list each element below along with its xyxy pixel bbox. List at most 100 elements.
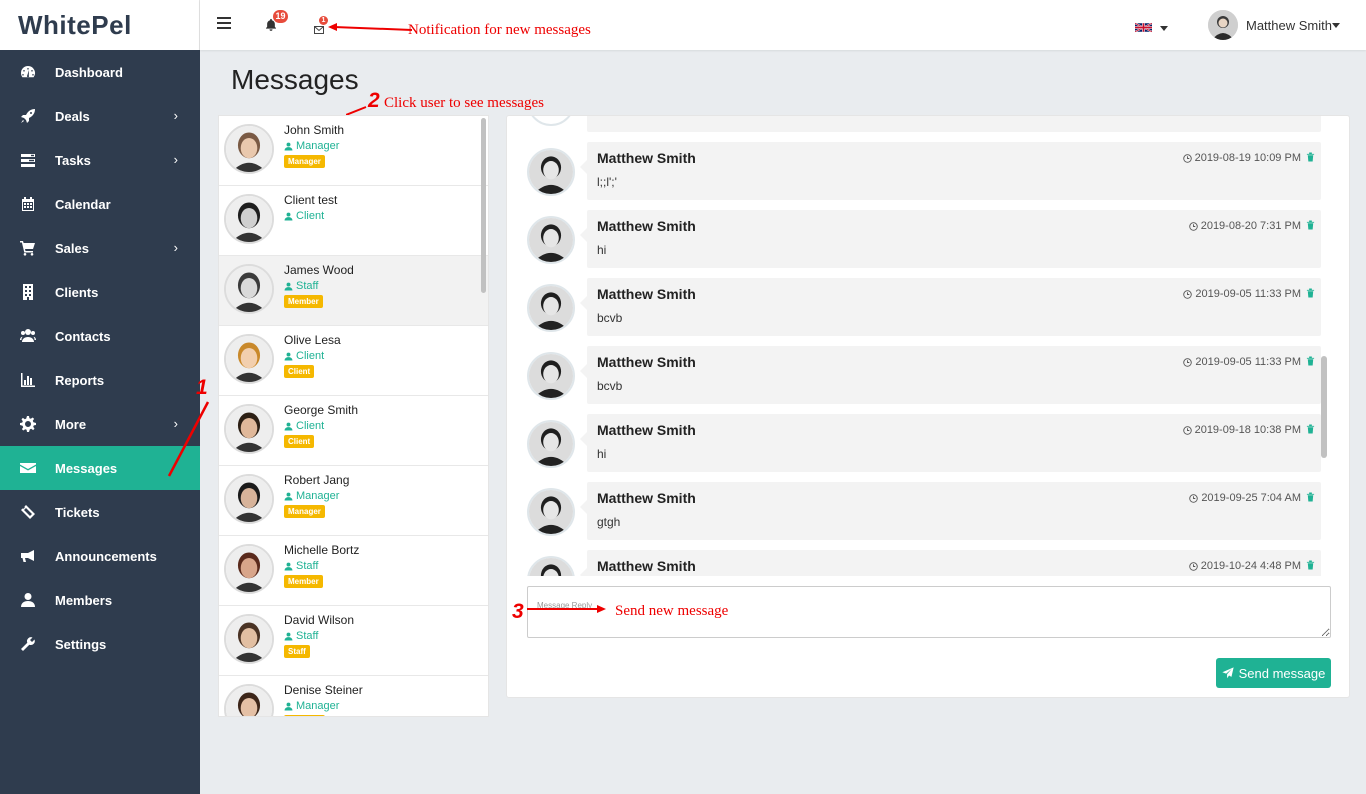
wrench-icon bbox=[20, 636, 36, 652]
message-item bbox=[527, 116, 1321, 132]
message-bubble: Matthew Smith hi 2019-08-20 7:31 PM bbox=[580, 210, 1321, 268]
clock-icon bbox=[1183, 289, 1193, 299]
clock-icon bbox=[1182, 153, 1192, 163]
user-menu-caret-icon[interactable] bbox=[1332, 23, 1340, 28]
contact-avatar bbox=[224, 334, 274, 384]
sidebar-item-label: Messages bbox=[55, 460, 118, 476]
chevron-right-icon: › bbox=[173, 108, 178, 123]
contact-list-item[interactable]: George Smith Client Client bbox=[219, 396, 488, 466]
sender-avatar bbox=[527, 420, 575, 468]
delete-trash-icon[interactable] bbox=[1306, 288, 1315, 298]
contact-list-scrollbar[interactable] bbox=[481, 118, 486, 293]
contact-role-badge: Staff bbox=[284, 645, 310, 658]
delete-trash-icon[interactable] bbox=[1306, 492, 1315, 502]
message-text: bcvb bbox=[597, 379, 623, 393]
message-text: hi bbox=[597, 447, 607, 461]
sidebar-item-contacts[interactable]: Contacts bbox=[0, 314, 200, 358]
contact-list-item[interactable]: Client test Client bbox=[219, 186, 488, 256]
annotation-line-icon bbox=[167, 401, 210, 477]
contact-role-badge: Manager bbox=[284, 155, 325, 168]
contact-list-item[interactable]: James Wood Staff Member bbox=[219, 256, 488, 326]
delete-trash-icon[interactable] bbox=[1306, 424, 1315, 434]
gear-icon bbox=[20, 416, 36, 432]
message-bubble: Matthew Smith bcvb 2019-09-05 11:33 PM bbox=[580, 278, 1321, 336]
contact-list-item[interactable]: Robert Jang Manager Manager bbox=[219, 466, 488, 536]
notifications-bell-icon[interactable]: 19 bbox=[264, 10, 288, 33]
send-message-button[interactable]: Send message bbox=[1216, 658, 1331, 688]
sidebar-item-deals[interactable]: Deals › bbox=[0, 94, 200, 138]
sidebar-item-members[interactable]: Members bbox=[0, 578, 200, 622]
contact-name: John Smith bbox=[284, 123, 345, 137]
dashboard-icon bbox=[20, 64, 36, 80]
clock-icon bbox=[1183, 357, 1193, 367]
sidebar-item-announcements[interactable]: Announcements bbox=[0, 534, 200, 578]
contact-role: Staff bbox=[284, 280, 318, 292]
messages-envelope-icon[interactable]: 1 bbox=[314, 16, 328, 34]
calendar-icon bbox=[20, 196, 36, 212]
clock-icon bbox=[1188, 561, 1198, 571]
annotation-notification: Notification for new messages bbox=[408, 22, 591, 38]
message-bubble: Matthew Smith hi 2019-09-18 10:38 PM bbox=[580, 414, 1321, 472]
delete-trash-icon[interactable] bbox=[1306, 560, 1315, 570]
contact-avatar bbox=[224, 264, 274, 314]
annotation-send: Send new message bbox=[615, 603, 729, 619]
sidebar-item-label: Clients bbox=[55, 284, 99, 300]
sidebar-item-reports[interactable]: Reports bbox=[0, 358, 200, 402]
message-timestamp: 2019-09-05 11:33 PM bbox=[1183, 288, 1301, 300]
contact-list-item[interactable]: Michelle Bortz Staff Member bbox=[219, 536, 488, 606]
sidebar-item-label: Deals bbox=[55, 108, 90, 124]
sidebar-item-settings[interactable]: Settings bbox=[0, 622, 200, 666]
message-sender: Matthew Smith bbox=[597, 286, 696, 302]
page-title: Messages bbox=[231, 64, 359, 95]
building-icon bbox=[20, 284, 36, 300]
language-caret-icon[interactable] bbox=[1160, 26, 1168, 31]
sidebar-item-tasks[interactable]: Tasks › bbox=[0, 138, 200, 182]
contact-avatar bbox=[224, 124, 274, 174]
sidebar-item-dashboard[interactable]: Dashboard bbox=[0, 50, 200, 94]
contact-name: David Wilson bbox=[284, 613, 355, 627]
message-bubble: Matthew Smith bcvb 2019-09-05 11:33 PM bbox=[580, 346, 1321, 404]
contact-list-item[interactable]: Olive Lesa Client Client bbox=[219, 326, 488, 396]
user-name[interactable]: Matthew Smith bbox=[1246, 18, 1332, 33]
contact-list-item[interactable]: John Smith Manager Manager bbox=[219, 116, 488, 186]
cart-icon bbox=[20, 240, 36, 256]
contact-list-item[interactable]: Denise Steiner Manager Manager bbox=[219, 676, 488, 716]
contact-role: Client bbox=[284, 210, 324, 222]
message-bubble: Matthew Smith 2019-10-24 4:48 PM bbox=[580, 550, 1321, 576]
delete-trash-icon[interactable] bbox=[1306, 356, 1315, 366]
sidebar-item-label: Contacts bbox=[55, 328, 111, 344]
hamburger-menu-icon[interactable] bbox=[217, 17, 231, 31]
message-item: Matthew Smith bcvb 2019-09-05 11:33 PM bbox=[527, 346, 1321, 404]
message-sender: Matthew Smith bbox=[597, 150, 696, 166]
sender-avatar bbox=[527, 488, 575, 536]
message-thread: Matthew Smith l;;l';' 2019-08-19 10:09 PM M… bbox=[507, 116, 1337, 576]
uk-flag-icon[interactable] bbox=[1135, 22, 1152, 33]
sidebar-item-label: Tickets bbox=[55, 504, 100, 520]
message-text: l;;l';' bbox=[597, 175, 617, 189]
sidebar-item-tickets[interactable]: Tickets bbox=[0, 490, 200, 534]
app-logo[interactable]: WhitePel bbox=[0, 0, 200, 50]
contact-name: George Smith bbox=[284, 403, 359, 417]
envelope-icon bbox=[20, 460, 36, 476]
message-item: Matthew Smith hi 2019-08-20 7:31 PM bbox=[527, 210, 1321, 268]
delete-trash-icon[interactable] bbox=[1306, 152, 1315, 162]
user-avatar[interactable] bbox=[1208, 10, 1238, 40]
chevron-right-icon: › bbox=[173, 240, 178, 255]
sidebar-item-label: Reports bbox=[55, 372, 105, 388]
sidebar-item-clients[interactable]: Clients bbox=[0, 270, 200, 314]
user-icon bbox=[20, 592, 36, 608]
sender-avatar bbox=[527, 216, 575, 264]
sidebar-item-label: Members bbox=[55, 592, 113, 608]
rocket-icon bbox=[20, 108, 36, 124]
clock-icon bbox=[1189, 493, 1199, 503]
ticket-icon bbox=[20, 504, 36, 520]
message-thread-scrollbar[interactable] bbox=[1321, 356, 1327, 458]
sidebar-item-calendar[interactable]: Calendar bbox=[0, 182, 200, 226]
contact-list-item[interactable]: David Wilson Staff Staff bbox=[219, 606, 488, 676]
delete-trash-icon[interactable] bbox=[1306, 220, 1315, 230]
user-icon bbox=[284, 142, 293, 150]
sidebar-item-label: Announcements bbox=[55, 548, 157, 564]
sidebar-item-sales[interactable]: Sales › bbox=[0, 226, 200, 270]
contact-avatar bbox=[224, 544, 274, 594]
annotation-click-user: Click user to see messages bbox=[384, 95, 544, 111]
